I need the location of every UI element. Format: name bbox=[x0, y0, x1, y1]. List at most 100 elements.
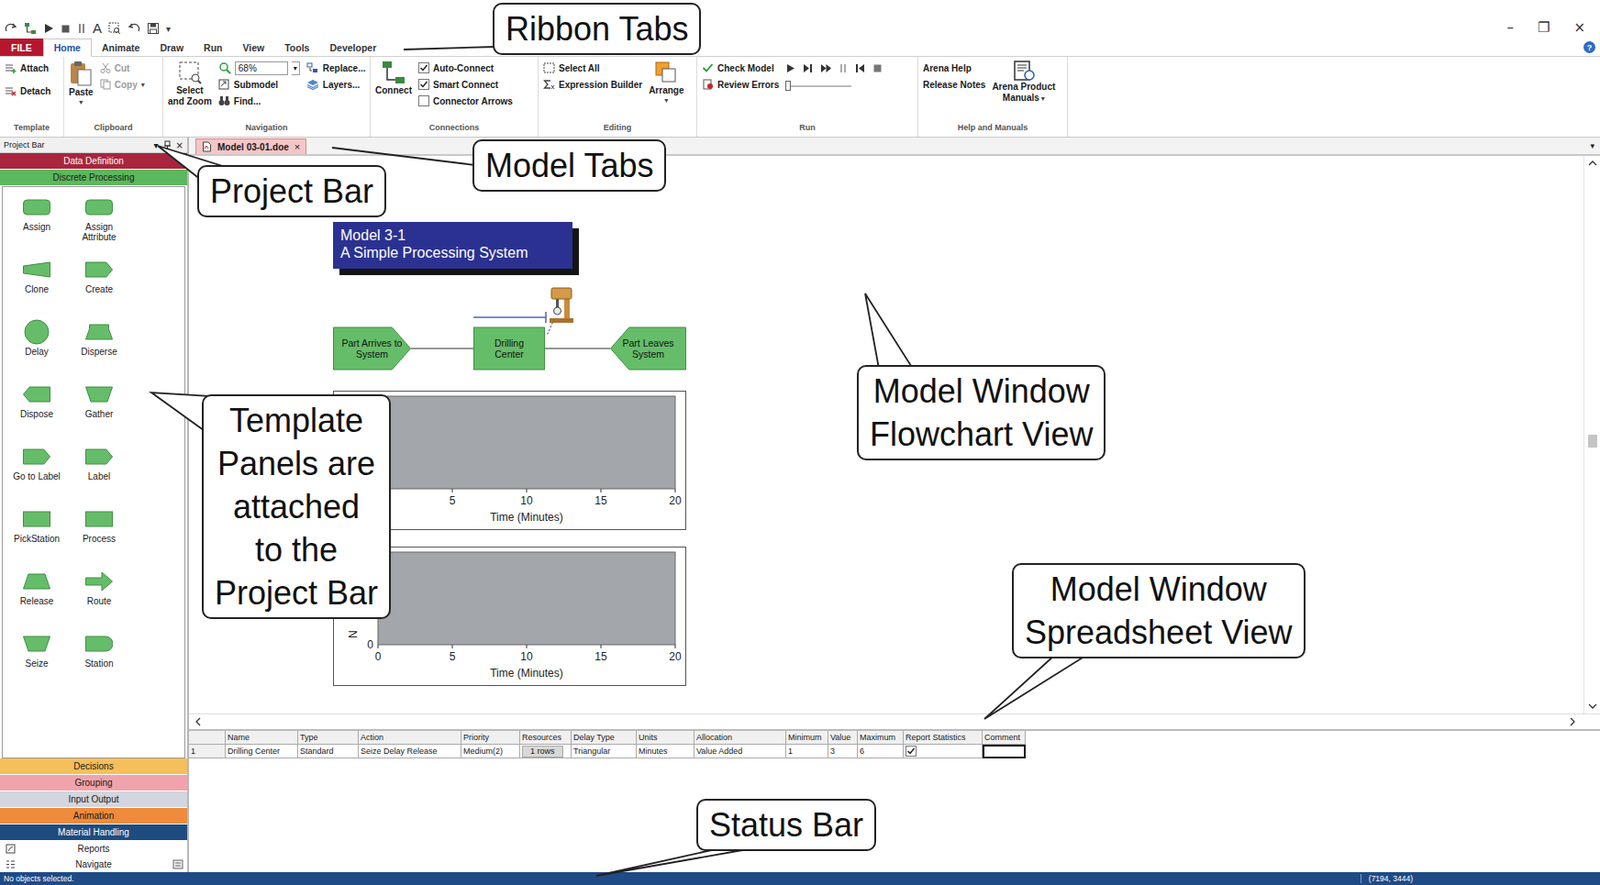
project-bar-nav-item[interactable]: Navigate bbox=[0, 856, 188, 873]
undo-icon[interactable] bbox=[127, 22, 141, 35]
tabs-menu-button[interactable]: ▾ bbox=[1589, 141, 1595, 151]
flowchart-module[interactable]: Part Arrives to System bbox=[333, 326, 412, 371]
module-item[interactable]: Go to Label bbox=[5, 444, 68, 507]
checkbox[interactable] bbox=[418, 62, 430, 74]
module-item[interactable]: Delay bbox=[5, 319, 68, 382]
window-control-button[interactable]: – bbox=[1506, 20, 1514, 35]
module-item[interactable]: Label bbox=[67, 444, 131, 507]
template-panel[interactable]: Input Output bbox=[0, 791, 188, 809]
find-button[interactable]: Find... bbox=[218, 92, 300, 110]
zoom-dropdown[interactable]: ▾ bbox=[291, 61, 300, 76]
checkbox[interactable] bbox=[418, 78, 430, 90]
layers-button[interactable]: Layers... bbox=[306, 76, 367, 93]
copy-button[interactable]: Copy ▾ bbox=[100, 76, 145, 93]
plot[interactable]: 051015200NTime (Minutes) bbox=[333, 546, 687, 687]
project-bar-menu[interactable]: ▾ bbox=[154, 140, 159, 151]
go-icon[interactable] bbox=[785, 63, 796, 74]
start-over-icon[interactable] bbox=[855, 63, 866, 74]
connect-button[interactable]: Connect bbox=[375, 59, 412, 97]
table-cell[interactable]: 6 bbox=[857, 744, 904, 759]
model-title[interactable]: Model 3-1A Simple Processing System bbox=[333, 222, 573, 269]
ribbon-tab[interactable]: Draw bbox=[149, 38, 194, 56]
submodel-button[interactable]: Submodel bbox=[218, 76, 300, 93]
column-header[interactable]: Priority bbox=[461, 731, 521, 745]
customize-toolbar-button[interactable]: ▾ bbox=[166, 23, 171, 34]
release-notes-button[interactable]: Release Notes bbox=[922, 76, 986, 93]
column-header[interactable]: Type bbox=[298, 731, 359, 745]
connector[interactable] bbox=[411, 348, 474, 350]
template-panel[interactable]: Discrete Processing bbox=[0, 169, 188, 187]
column-header[interactable]: Delay Type bbox=[571, 731, 637, 745]
review-errors-button[interactable]: Review Errors bbox=[701, 76, 779, 93]
column-header[interactable]: Action bbox=[358, 731, 462, 745]
table-cell[interactable]: Seize Delay Release bbox=[358, 744, 462, 759]
flowchart-module[interactable]: Drilling Center bbox=[473, 326, 545, 371]
scroll-up-icon[interactable] bbox=[1588, 159, 1598, 167]
zoom-input[interactable]: 68% bbox=[234, 61, 289, 76]
fast-forward-icon[interactable] bbox=[820, 63, 833, 74]
pause-icon[interactable] bbox=[77, 22, 87, 34]
paste-button[interactable]: Paste ▾ bbox=[68, 59, 94, 107]
save-icon[interactable] bbox=[146, 22, 160, 35]
product-manuals-button[interactable]: Arena ProductManuals▾ bbox=[991, 59, 1056, 103]
table-cell[interactable]: 1 rows bbox=[520, 744, 572, 759]
column-header[interactable]: Report Statistics bbox=[903, 731, 983, 745]
arrange-button[interactable]: Arrange ▾ bbox=[648, 59, 684, 105]
column-header[interactable] bbox=[188, 731, 226, 745]
pin-icon[interactable] bbox=[163, 140, 172, 150]
step-icon[interactable] bbox=[802, 63, 813, 74]
vertical-scrollbar[interactable] bbox=[1583, 155, 1600, 714]
template-panel[interactable]: Material Handling bbox=[0, 824, 188, 842]
horizontal-scrollbar[interactable] bbox=[188, 713, 1600, 730]
template-panel[interactable]: Grouping bbox=[0, 775, 188, 792]
table-cell[interactable]: Drilling Center bbox=[225, 744, 299, 759]
queue-line[interactable] bbox=[473, 316, 546, 319]
text-tool-button[interactable]: A bbox=[92, 22, 102, 35]
play-icon[interactable] bbox=[43, 22, 55, 34]
check-model-button[interactable]: Check Model bbox=[701, 59, 779, 77]
end-icon[interactable] bbox=[872, 63, 883, 74]
detach-button[interactable]: Detach bbox=[4, 82, 51, 100]
flowchart-module[interactable]: Part Leaves System bbox=[610, 326, 687, 371]
table-cell[interactable] bbox=[982, 744, 1026, 759]
table-cell[interactable]: Standard bbox=[298, 744, 359, 759]
ribbon-tab[interactable]: Developer bbox=[319, 38, 387, 56]
module-item[interactable]: Assign Attribute bbox=[67, 194, 131, 257]
window-control-button[interactable]: ❐ bbox=[1537, 20, 1550, 35]
template-panel[interactable]: Decisions bbox=[0, 758, 188, 776]
stop-icon[interactable] bbox=[60, 23, 71, 34]
module-item[interactable]: Disperse bbox=[67, 319, 131, 382]
ribbon-tab[interactable]: Home bbox=[43, 38, 92, 57]
connection-option[interactable]: Connector Arrows bbox=[418, 92, 513, 110]
module-item[interactable]: Create bbox=[67, 256, 131, 320]
flowchart-canvas[interactable]: Model 3-1A Simple Processing System Part… bbox=[188, 155, 1584, 714]
table-cell[interactable]: Medium(2) bbox=[461, 744, 521, 759]
connection-option[interactable]: Auto-Connect bbox=[418, 59, 513, 77]
ribbon-tab[interactable]: Tools bbox=[274, 38, 320, 56]
table-cell[interactable]: Triangular bbox=[571, 744, 637, 759]
connector-icon[interactable] bbox=[23, 22, 37, 35]
table-cell[interactable]: Minutes bbox=[636, 744, 695, 759]
ribbon-tab[interactable]: FILE bbox=[0, 38, 44, 56]
project-bar-close[interactable]: × bbox=[176, 140, 184, 151]
column-header[interactable]: Units bbox=[636, 731, 695, 745]
module-item[interactable]: Release bbox=[5, 568, 68, 632]
plot[interactable]: 5101520Time (Minutes) bbox=[333, 390, 687, 531]
column-header[interactable]: Allocation bbox=[694, 731, 787, 745]
zoom-window-icon[interactable] bbox=[108, 22, 122, 35]
module-item[interactable]: Seize bbox=[5, 631, 68, 694]
ribbon-tab[interactable]: Animate bbox=[91, 38, 150, 56]
redo-icon[interactable] bbox=[4, 22, 18, 35]
cut-button[interactable]: Cut bbox=[100, 59, 145, 77]
column-header[interactable]: Maximum bbox=[857, 731, 904, 745]
column-header[interactable]: Comment bbox=[982, 731, 1026, 745]
ribbon-tab[interactable]: Run bbox=[193, 38, 233, 56]
table-cell[interactable]: Value Added bbox=[694, 744, 787, 759]
row-number[interactable]: 1 bbox=[188, 744, 226, 759]
module-item[interactable]: Route bbox=[67, 568, 131, 632]
speed-slider[interactable] bbox=[785, 80, 852, 92]
connection-option[interactable]: Smart Connect bbox=[418, 76, 513, 93]
column-header[interactable]: Minimum bbox=[786, 731, 829, 745]
column-header[interactable]: Name bbox=[225, 731, 299, 745]
select-all-button[interactable]: Select All bbox=[543, 59, 643, 77]
